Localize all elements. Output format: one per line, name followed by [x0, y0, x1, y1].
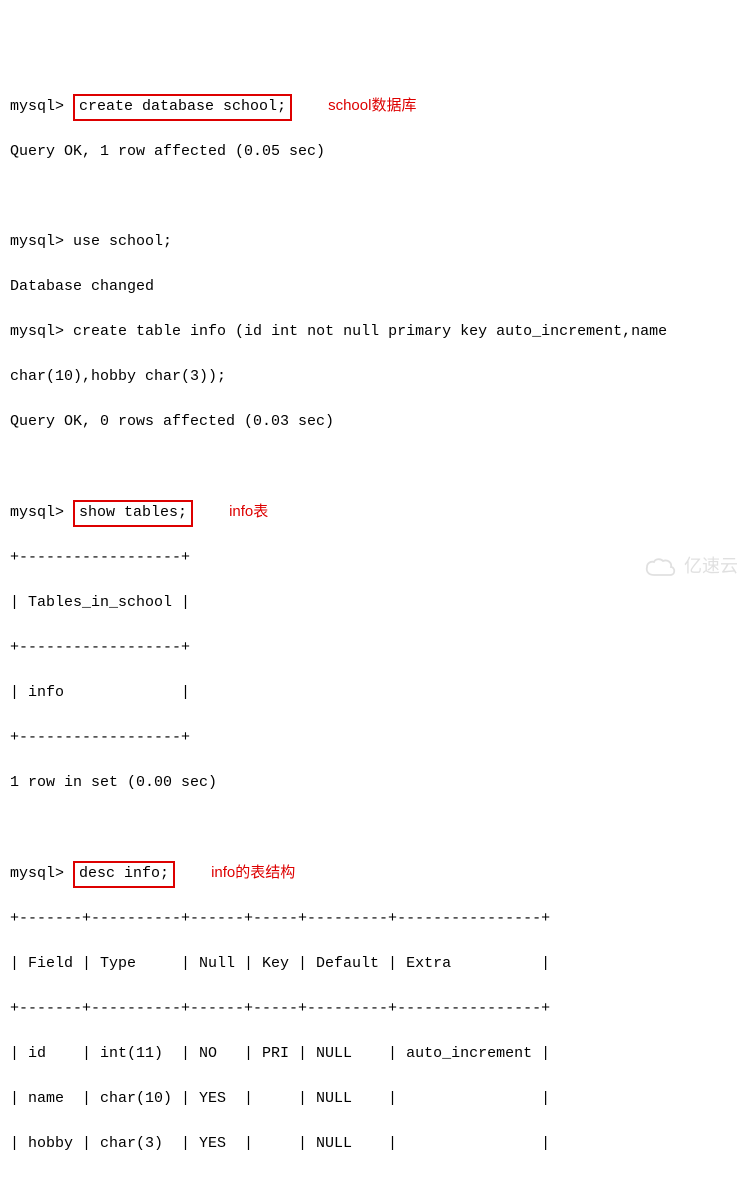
box-create-db: create database school; — [73, 94, 292, 121]
desc-row-id: | id | int(11) | NO | PRI | NULL | auto_… — [10, 1043, 743, 1066]
response-query-ok-0: Query OK, 0 rows affected (0.03 sec) — [10, 411, 743, 434]
annotation-school-db: school数据库 — [328, 97, 416, 114]
watermark: 亿速云 — [644, 553, 738, 580]
cmd-line-create-table: mysql> create table info (id int not nul… — [10, 321, 743, 344]
cmd-line-desc-info: mysql> desc info; info的表结构 — [10, 862, 743, 886]
annotation-info-struct: info的表结构 — [211, 864, 295, 881]
table-header: | Tables_in_school | — [10, 592, 743, 615]
response-rows-1: 1 row in set (0.00 sec) — [10, 772, 743, 795]
response-db-changed: Database changed — [10, 276, 743, 299]
table-row: | info | — [10, 682, 743, 705]
cloud-icon — [644, 557, 678, 577]
table-border: +------------------+ — [10, 547, 743, 570]
desc-row-name: | name | char(10) | YES | | NULL | | — [10, 1088, 743, 1111]
desc-row-hobby: | hobby | char(3) | YES | | NULL | | — [10, 1133, 743, 1156]
cmd-line-create-table-2: char(10),hobby char(3)); — [10, 366, 743, 389]
desc-header: | Field | Type | Null | Key | Default | … — [10, 953, 743, 976]
box-desc-info: desc info; — [73, 861, 175, 888]
cmd-line-use-db: mysql> use school; — [10, 231, 743, 254]
response-query-ok-1: Query OK, 1 row affected (0.05 sec) — [10, 141, 743, 164]
desc-border: +-------+----------+------+-----+-------… — [10, 908, 743, 931]
box-show-tables: show tables; — [73, 500, 193, 527]
watermark-text: 亿速云 — [684, 553, 738, 580]
desc-border: +-------+----------+------+-----+-------… — [10, 998, 743, 1021]
table-border: +------------------+ — [10, 637, 743, 660]
desc-border: +-------+----------+------+-----+-------… — [10, 1178, 743, 1180]
cmd-line-show-tables: mysql> show tables; info表 — [10, 501, 743, 525]
cmd-line-create-db: mysql> create database school; school数据库 — [10, 95, 743, 119]
annotation-info-table: info表 — [229, 503, 268, 520]
table-border: +------------------+ — [10, 727, 743, 750]
